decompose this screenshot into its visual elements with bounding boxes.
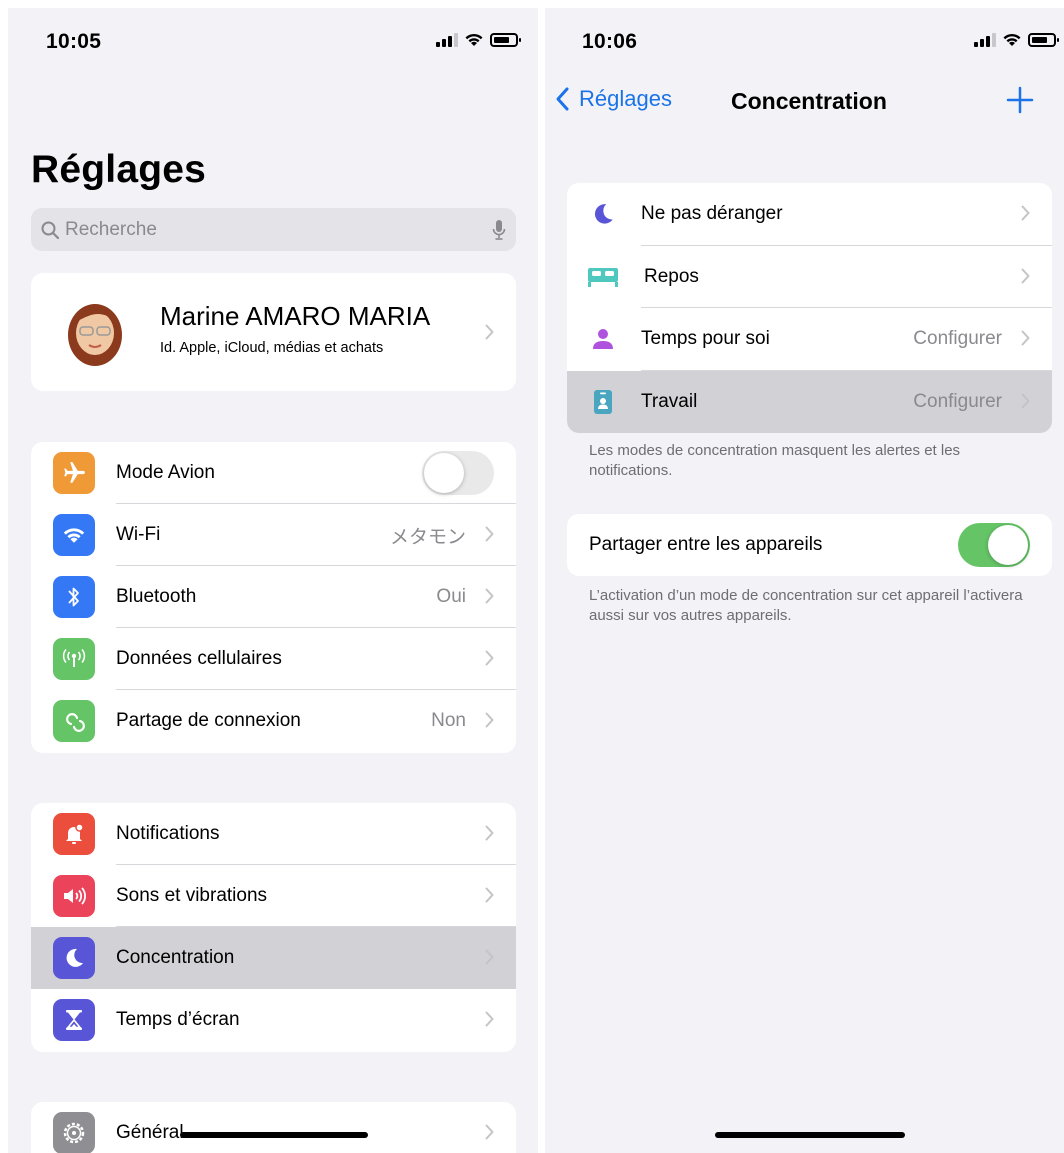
link-icon xyxy=(53,700,95,742)
settings-row-sons-et-vibrations[interactable]: Sons et vibrations xyxy=(31,865,516,927)
focus-row-label: Repos xyxy=(644,265,699,287)
settings-row-label: Bluetooth xyxy=(116,586,197,607)
status-time: 10:05 xyxy=(46,30,102,53)
settings-row-label: Partage de connexion xyxy=(116,710,301,731)
chevron-left-icon xyxy=(556,87,569,111)
wifi-status-icon xyxy=(1003,33,1021,46)
focus-row-repos[interactable]: Repos xyxy=(567,246,1052,308)
chevron-right-icon xyxy=(485,1011,494,1027)
antenna-icon xyxy=(53,638,95,680)
home-indicator[interactable] xyxy=(715,1132,905,1138)
general-group: Général xyxy=(31,1102,516,1153)
chevron-right-icon xyxy=(1021,393,1030,408)
speaker-icon xyxy=(53,875,95,917)
status-bar: 10:06 xyxy=(545,28,1064,58)
person-icon xyxy=(587,325,619,353)
status-bar: 10:05 xyxy=(8,28,538,58)
settings-row-label: Wi-Fi xyxy=(116,524,161,545)
concentration-screen: 10:06 Réglages Concentration Ne pas déra… xyxy=(545,8,1064,1153)
bluetooth-icon xyxy=(53,576,95,618)
settings-row-label: Général xyxy=(116,1122,184,1143)
connectivity-group: Mode Avion Wi-Fi メタモン Bluetooth Oui Donn… xyxy=(31,442,516,753)
hourglass-icon xyxy=(53,999,95,1041)
chevron-right-icon xyxy=(485,825,494,841)
bell-icon xyxy=(53,813,95,855)
chevron-right-icon xyxy=(485,949,494,965)
avatar xyxy=(68,304,122,366)
back-label: Réglages xyxy=(579,86,672,111)
airplane-mode-toggle[interactable] xyxy=(422,451,494,495)
chevron-right-icon xyxy=(485,526,494,542)
gear-icon xyxy=(53,1112,95,1153)
profile-subtitle: Id. Apple, iCloud, médias et achats xyxy=(160,340,384,356)
share-label: Partager entre les appareils xyxy=(589,534,823,555)
settings-row-bluetooth[interactable]: Bluetooth Oui xyxy=(31,566,516,628)
settings-row-donnees-cellulaires[interactable]: Données cellulaires xyxy=(31,628,516,690)
focus-row-label: Ne pas déranger xyxy=(641,203,783,225)
page-title: Concentration xyxy=(731,88,887,114)
apple-id-profile-row[interactable]: Marine AMARO MARIA Id. Apple, iCloud, mé… xyxy=(31,273,516,391)
focus-row-value: Configurer xyxy=(913,328,1002,350)
search-icon xyxy=(41,221,59,239)
chevron-right-icon xyxy=(485,1124,494,1140)
wifi-status-icon xyxy=(465,33,483,46)
chevron-right-icon xyxy=(485,887,494,903)
settings-row-label: Temps d’écran xyxy=(116,1009,240,1030)
wifi-icon xyxy=(53,514,95,556)
airplane-icon xyxy=(53,452,95,494)
chevron-right-icon xyxy=(1021,205,1030,221)
focus-row-travail[interactable]: Travail Configurer xyxy=(567,370,1052,433)
chevron-right-icon xyxy=(485,712,494,728)
focus-row-temps-pour-soi[interactable]: Temps pour soi Configurer xyxy=(567,308,1052,371)
settings-row-value: メタモン xyxy=(389,525,466,548)
share-footnote: L’activation d’un mode de concentration … xyxy=(589,587,1023,624)
settings-screen: 10:05 Réglages Recherche Marine AMARO MA… xyxy=(8,8,538,1153)
chevron-right-icon xyxy=(1021,330,1030,346)
settings-row-partage-de-connexion[interactable]: Partage de connexion Non xyxy=(31,690,516,752)
settings-row-value: Non xyxy=(431,710,466,731)
settings-row-label: Mode Avion xyxy=(116,462,215,483)
profile-name: Marine AMARO MARIA xyxy=(160,301,431,331)
share-across-devices-toggle[interactable] xyxy=(958,523,1030,567)
share-across-devices-row[interactable]: Partager entre les appareils xyxy=(567,514,1052,576)
settings-row-label: Données cellulaires xyxy=(116,648,282,669)
status-time: 10:06 xyxy=(582,30,638,53)
settings-row-value: Oui xyxy=(436,586,466,607)
settings-row-label: Sons et vibrations xyxy=(116,885,268,906)
signal-icon xyxy=(974,32,996,47)
add-focus-button[interactable] xyxy=(1006,86,1034,114)
settings-row-general[interactable]: Général xyxy=(31,1102,516,1153)
settings-row-label: Concentration xyxy=(116,947,235,968)
home-indicator[interactable] xyxy=(180,1132,368,1138)
battery-icon xyxy=(1028,32,1059,47)
focus-footnote: Les modes de concentration masquent les … xyxy=(589,442,961,479)
chevron-right-icon xyxy=(485,588,494,604)
page-title: Réglages xyxy=(31,148,207,191)
focus-row-label: Travail xyxy=(641,390,698,412)
id-badge-icon xyxy=(587,388,619,416)
focus-modes-group: Ne pas déranger Repos Temps pour soi Con… xyxy=(567,183,1052,433)
search-placeholder: Recherche xyxy=(65,218,157,240)
search-input[interactable]: Recherche xyxy=(31,208,516,251)
battery-icon xyxy=(490,32,521,47)
settings-row-label: Notifications xyxy=(116,823,220,844)
moon-icon xyxy=(587,200,619,228)
signal-icon xyxy=(436,32,458,47)
settings-row-concentration[interactable]: Concentration xyxy=(31,927,516,989)
chevron-right-icon xyxy=(485,650,494,666)
notifications-group: Notifications Sons et vibrations Concent… xyxy=(31,803,516,1052)
focus-row-ne-pas-deranger[interactable]: Ne pas déranger xyxy=(567,183,1052,246)
settings-row-mode-avion[interactable]: Mode Avion xyxy=(31,442,516,504)
back-button[interactable]: Réglages xyxy=(555,86,672,112)
settings-row-notifications[interactable]: Notifications xyxy=(31,803,516,865)
chevron-right-icon xyxy=(1021,268,1030,283)
settings-row-wifi[interactable]: Wi-Fi メタモン xyxy=(31,504,516,566)
microphone-icon[interactable] xyxy=(492,219,506,241)
settings-row-temps-d-ecran[interactable]: Temps d’écran xyxy=(31,989,516,1051)
bed-icon xyxy=(587,263,619,291)
moon-icon xyxy=(53,937,95,979)
focus-row-label: Temps pour soi xyxy=(641,328,770,350)
focus-row-value: Configurer xyxy=(913,390,1002,412)
chevron-right-icon xyxy=(485,324,494,340)
